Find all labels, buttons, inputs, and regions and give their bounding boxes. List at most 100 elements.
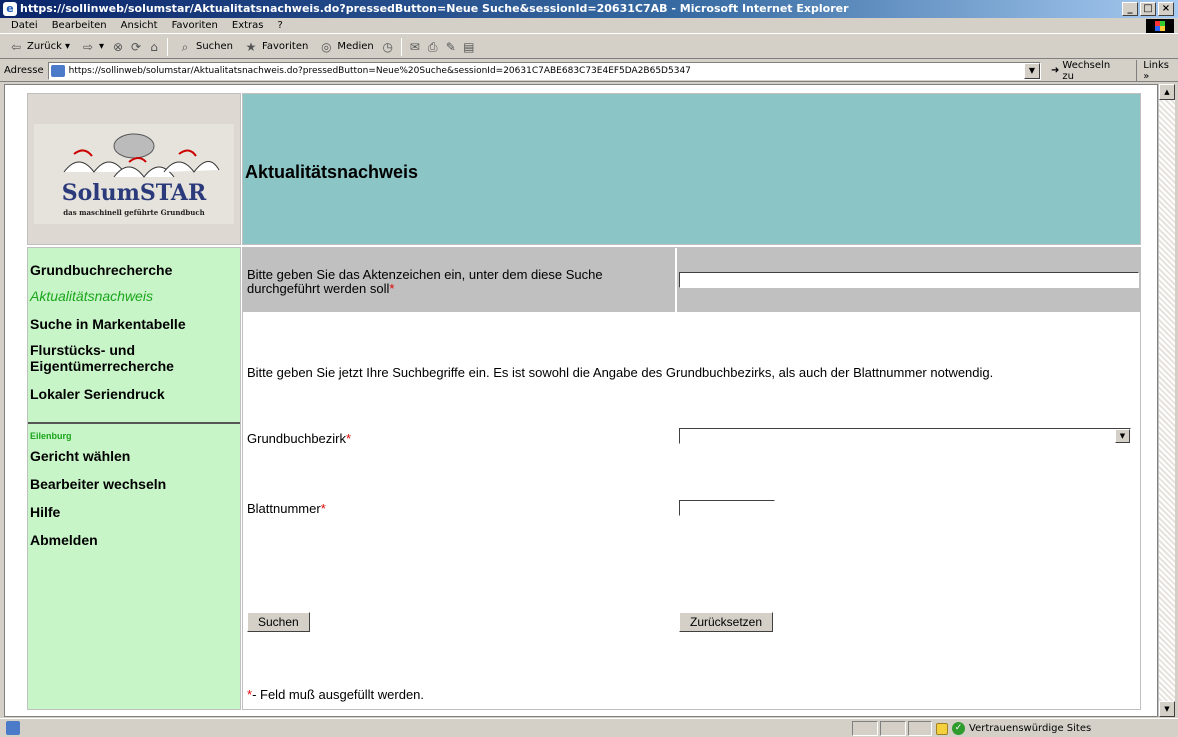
grundbuchbezirk-label: Grundbuchbezirk* — [247, 432, 351, 446]
zone-label: Vertrauenswürdige Sites — [969, 723, 1092, 734]
vertical-scrollbar[interactable]: ▲ ▼ — [1158, 84, 1175, 717]
page-status-icon — [6, 721, 20, 735]
forward-arrow-icon: ⇨ — [82, 39, 93, 54]
sidebar-item-hilfe[interactable]: Hilfe — [30, 504, 60, 520]
go-label: Wechseln zu — [1062, 59, 1111, 82]
page-viewport: SolumSTAR das maschinell geführte Grundb… — [4, 84, 1158, 717]
address-input[interactable]: https://sollinweb/solumstar/Aktualitatsn… — [47, 61, 1041, 80]
lock-icon — [936, 722, 948, 735]
security-zone: ✓ Vertrauenswürdige Sites — [934, 721, 1091, 736]
grundbuchbezirk-label-text: Grundbuchbezirk — [247, 431, 346, 446]
print-icon[interactable]: ⎙ — [425, 39, 441, 55]
favorites-button[interactable]: ★ Favoriten — [239, 39, 312, 55]
required-mark: * — [346, 431, 352, 446]
solumstar-logo: SolumSTAR das maschinell geführte Grundb… — [34, 124, 234, 224]
status-bar: ✓ Vertrauenswürdige Sites — [0, 718, 1178, 737]
sidebar-item-abmelden[interactable]: Abmelden — [30, 532, 98, 548]
address-dropdown-icon[interactable]: ▼ — [1024, 62, 1040, 79]
maximize-button[interactable]: □ — [1140, 2, 1156, 16]
scroll-down-icon[interactable]: ▼ — [1159, 701, 1175, 717]
close-button[interactable]: × — [1158, 2, 1174, 16]
footnote-text: - Feld muß ausgefüllt werden. — [252, 687, 425, 702]
menu-bearbeiten[interactable]: Bearbeiten — [45, 20, 114, 31]
menu-ansicht[interactable]: Ansicht — [114, 20, 165, 31]
logo-title: SolumSTAR — [61, 180, 207, 206]
sidebar-item-bearbeiter-wechseln[interactable]: Bearbeiter wechseln — [30, 476, 166, 492]
sidebar-item-flurstuecksrecherche[interactable]: Flurstücks- und Eigentümerrecherche — [30, 342, 240, 374]
history-icon[interactable]: ◷ — [380, 39, 396, 55]
go-button[interactable]: ➜ Wechseln zu — [1051, 60, 1124, 82]
status-cell — [908, 721, 932, 736]
aktenzeichen-label-text: Bitte geben Sie das Aktenzeichen ein, un… — [247, 267, 603, 296]
sidebar-divider — [28, 422, 240, 424]
mail-icon[interactable]: ✉ — [407, 39, 423, 55]
page-title: Aktualitätsnachweis — [245, 162, 419, 182]
search-icon: ⌕ — [181, 39, 189, 54]
blattnummer-label-text: Blattnummer — [247, 501, 321, 516]
search-form: Bitte geben Sie das Aktenzeichen ein, un… — [242, 247, 1141, 710]
aktenzeichen-label: Bitte geben Sie das Aktenzeichen ein, un… — [247, 268, 667, 296]
required-mark: * — [320, 501, 326, 516]
toolbar-separator — [167, 37, 168, 56]
links-button[interactable]: Links » — [1136, 59, 1178, 82]
sidebar-item-aktualitaetsnachweis[interactable]: Aktualitätsnachweis — [30, 288, 153, 304]
address-url: https://sollinweb/solumstar/Aktualitatsn… — [68, 65, 691, 76]
menu-extras[interactable]: Extras — [225, 20, 271, 31]
sidebar-item-grundbuchrecherche[interactable]: Grundbuchrecherche — [30, 262, 172, 278]
refresh-icon[interactable]: ⟳ — [128, 39, 144, 55]
search-button[interactable]: Suchen — [247, 612, 310, 632]
toolbar: ⇦ Zurück ▾ ⇨ ▾ ⊗ ⟳ ⌂ ⌕ Suchen ★ Favorite… — [0, 35, 1178, 59]
sidebar-item-gericht-waehlen[interactable]: Gericht wählen — [30, 448, 130, 464]
aktenzeichen-input[interactable] — [679, 272, 1139, 288]
address-bar: Adresse https://sollinweb/solumstar/Aktu… — [0, 59, 1178, 82]
aktenzeichen-row: Bitte geben Sie das Aktenzeichen ein, un… — [243, 248, 1140, 312]
chevron-down-icon[interactable]: ▾ — [65, 41, 70, 52]
go-arrow-icon: ➜ — [1051, 65, 1060, 76]
chevron-down-icon[interactable]: ▾ — [99, 41, 104, 52]
column-divider — [675, 248, 677, 312]
required-mark: * — [389, 281, 395, 296]
discuss-icon[interactable]: ▤ — [461, 39, 477, 55]
blattnummer-label: Blattnummer* — [247, 502, 326, 516]
logo-subtitle: das maschinell geführte Grundbuch — [63, 208, 205, 217]
menu-datei[interactable]: Datei — [4, 20, 45, 31]
court-name: Eilenburg — [30, 431, 72, 441]
window-title: https://sollinweb/solumstar/Aktualitatsn… — [20, 2, 849, 15]
back-label: Zurück — [27, 41, 62, 52]
favorites-icon: ★ — [245, 39, 257, 54]
reset-button[interactable]: Zurücksetzen — [679, 612, 774, 632]
status-cell — [880, 721, 906, 736]
search-label: Suchen — [196, 41, 234, 52]
scroll-up-icon[interactable]: ▲ — [1159, 84, 1175, 100]
address-label: Adresse — [4, 65, 44, 76]
menu-favoriten[interactable]: Favoriten — [165, 20, 225, 31]
chevron-down-icon[interactable]: ▼ — [1115, 429, 1130, 443]
internet-explorer-icon: e — [3, 2, 17, 16]
media-button[interactable]: ◎ Medien — [314, 39, 377, 55]
check-icon: ✓ — [952, 722, 965, 735]
page-header: Aktualitätsnachweis — [242, 93, 1141, 245]
home-icon[interactable]: ⌂ — [146, 39, 162, 55]
window-controls: _ □ × — [1122, 2, 1174, 16]
instructions-text: Bitte geben Sie jetzt Ihre Suchbegriffe … — [247, 365, 994, 380]
sidebar: Grundbuchrecherche Aktualitätsnachweis S… — [27, 247, 241, 710]
back-button[interactable]: ⇦ Zurück ▾ — [4, 39, 74, 55]
toolbar-separator — [400, 37, 402, 56]
blattnummer-input[interactable] — [679, 500, 775, 516]
edit-icon[interactable]: ✎ — [443, 39, 459, 55]
favorites-label: Favoriten — [262, 41, 309, 52]
forward-button[interactable]: ⇨ ▾ — [76, 39, 108, 55]
menu-bar: Datei Bearbeiten Ansicht Favoriten Extra… — [0, 18, 1178, 34]
books-icon — [63, 133, 220, 178]
windows-logo-icon — [1146, 19, 1174, 33]
minimize-button[interactable]: _ — [1122, 2, 1138, 16]
stop-icon[interactable]: ⊗ — [110, 39, 126, 55]
sidebar-item-markentabelle[interactable]: Suche in Markentabelle — [30, 316, 186, 332]
required-footnote: *- Feld muß ausgefüllt werden. — [247, 688, 424, 702]
sidebar-item-seriendruck[interactable]: Lokaler Seriendruck — [30, 386, 165, 402]
menu-help[interactable]: ? — [271, 20, 290, 31]
grundbuchbezirk-select[interactable]: ▼ — [679, 428, 1131, 444]
window-title-bar: e https://sollinweb/solumstar/Aktualitat… — [0, 0, 1178, 18]
search-button[interactable]: ⌕ Suchen — [173, 39, 237, 55]
media-label: Medien — [337, 41, 374, 52]
